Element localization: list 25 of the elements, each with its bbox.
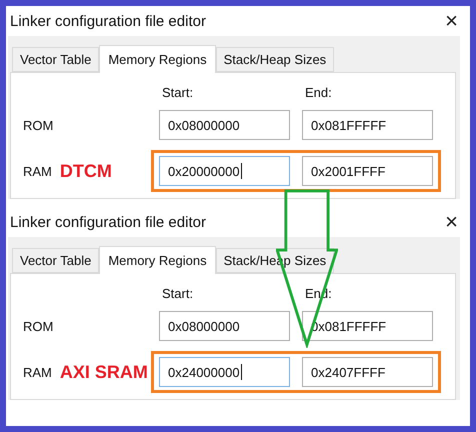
input-field[interactable]: 0x20000000 — [159, 156, 290, 186]
tab[interactable]: Memory Regions — [99, 45, 216, 73]
tab[interactable]: Vector Table — [12, 248, 100, 273]
annotation-label: AXI SRAM — [60, 362, 148, 382]
column-label: Start: — [162, 85, 194, 100]
row-label: ROM — [23, 318, 54, 334]
close-button[interactable]: × — [445, 211, 458, 233]
column-label: End: — [305, 85, 333, 100]
row-label: ROM — [23, 118, 54, 132]
tab[interactable]: Stack/Heap Sizes — [216, 47, 334, 72]
window-title: Linker configuration file editor — [10, 12, 206, 30]
row-label: RAM — [23, 164, 52, 178]
close-button[interactable]: × — [445, 10, 458, 32]
tab[interactable]: Memory Regions — [99, 246, 216, 274]
input-field[interactable]: 0x08000000 — [159, 110, 290, 140]
input-field[interactable]: 0x2407FFFF — [302, 357, 433, 387]
row-label: RAM — [23, 364, 52, 380]
column-label: Start: — [162, 286, 194, 301]
input-field[interactable]: 0x24000000 — [159, 357, 290, 387]
tab[interactable]: Vector Table — [12, 47, 100, 72]
input-field[interactable]: 0x2001FFFF — [302, 156, 433, 186]
input-field[interactable]: 0x08000000 — [159, 311, 290, 341]
input-field[interactable]: 0x081FFFFF — [302, 110, 433, 140]
window-title: Linker configuration file editor — [10, 214, 206, 230]
annotation-label: DTCM — [60, 160, 112, 182]
